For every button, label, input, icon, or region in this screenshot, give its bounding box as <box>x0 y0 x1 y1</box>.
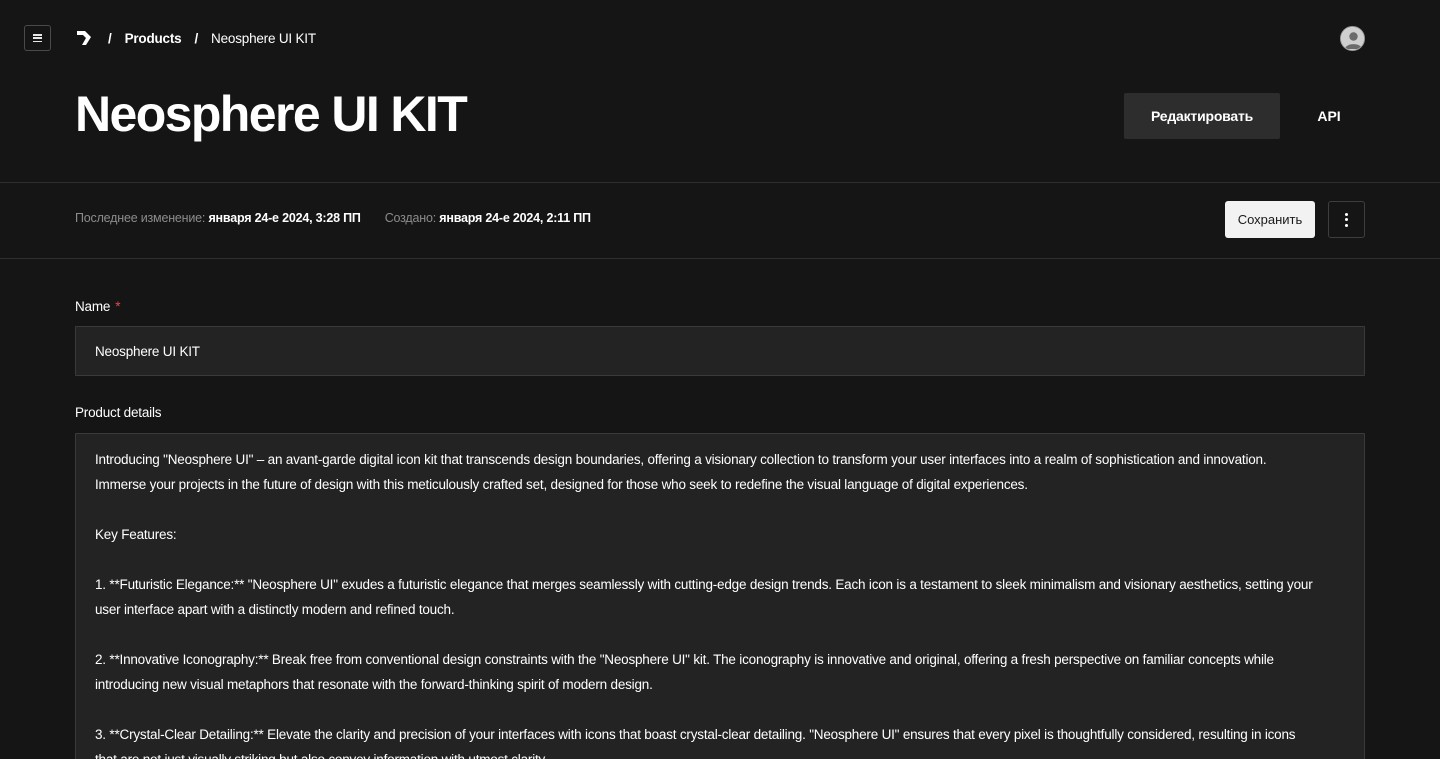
created-value: января 24-е 2024, 2:11 ПП <box>439 211 591 225</box>
details-line <box>95 622 1345 647</box>
name-input[interactable] <box>75 326 1365 376</box>
breadcrumb-separator: / <box>194 30 199 46</box>
required-marker: * <box>115 299 121 314</box>
user-avatar-icon[interactable] <box>1340 26 1365 51</box>
api-button[interactable]: API <box>1294 93 1364 139</box>
meta-divider <box>0 258 1440 259</box>
product-details-textarea[interactable]: Introducing "Neosphere UI" – an avant-ga… <box>75 433 1365 759</box>
details-line: Introducing "Neosphere UI" – an avant-ga… <box>95 452 1267 467</box>
menu-icon <box>33 34 42 42</box>
breadcrumb-products[interactable]: Products <box>125 31 182 46</box>
details-line: that are not just visually striking but … <box>95 747 1345 759</box>
edit-button[interactable]: Редактировать <box>1124 93 1280 139</box>
details-line: 1. **Futuristic Elegance:** "Neosphere U… <box>95 577 1313 592</box>
more-vertical-icon <box>1345 212 1348 227</box>
breadcrumb-current: Neosphere UI KIT <box>211 30 316 46</box>
details-line: 3. **Crystal-Clear Detailing:** Elevate … <box>95 727 1296 742</box>
created-label: Создано: <box>384 211 436 225</box>
menu-button[interactable] <box>24 25 51 51</box>
details-line <box>95 497 1345 522</box>
details-line <box>95 547 1345 572</box>
last-modified-label: Последнее изменение: <box>75 211 206 225</box>
logo-icon[interactable] <box>76 29 93 47</box>
breadcrumb-separator: / <box>108 30 112 46</box>
created: Создано: января 24-е 2024, 2:11 ПП <box>385 211 591 225</box>
name-label: Name * <box>75 299 120 314</box>
last-modified-value: января 24-е 2024, 3:28 ПП <box>208 211 361 225</box>
meta-info: Последнее изменение: января 24-е 2024, 3… <box>75 211 591 225</box>
header-divider <box>0 182 1440 183</box>
details-line: 2. **Innovative Iconography:** Break fre… <box>95 652 1274 667</box>
details-line: introducing new visual metaphors that re… <box>95 677 653 692</box>
breadcrumb: / Products / Neosphere UI KIT <box>76 28 316 48</box>
more-options-button[interactable] <box>1328 201 1365 238</box>
details-line: user interface apart with a distinctly m… <box>95 602 455 617</box>
page-title: Neosphere UI KIT <box>75 86 468 142</box>
last-modified: Последнее изменение: января 24-е 2024, 3… <box>75 211 361 225</box>
details-line <box>95 697 1345 722</box>
details-line: Immerse your projects in the future of d… <box>95 477 1028 492</box>
save-button[interactable]: Сохранить <box>1225 201 1315 238</box>
details-line: Key Features: <box>95 527 177 542</box>
name-label-text: Name <box>75 299 111 314</box>
product-details-label: Product details <box>75 405 162 420</box>
